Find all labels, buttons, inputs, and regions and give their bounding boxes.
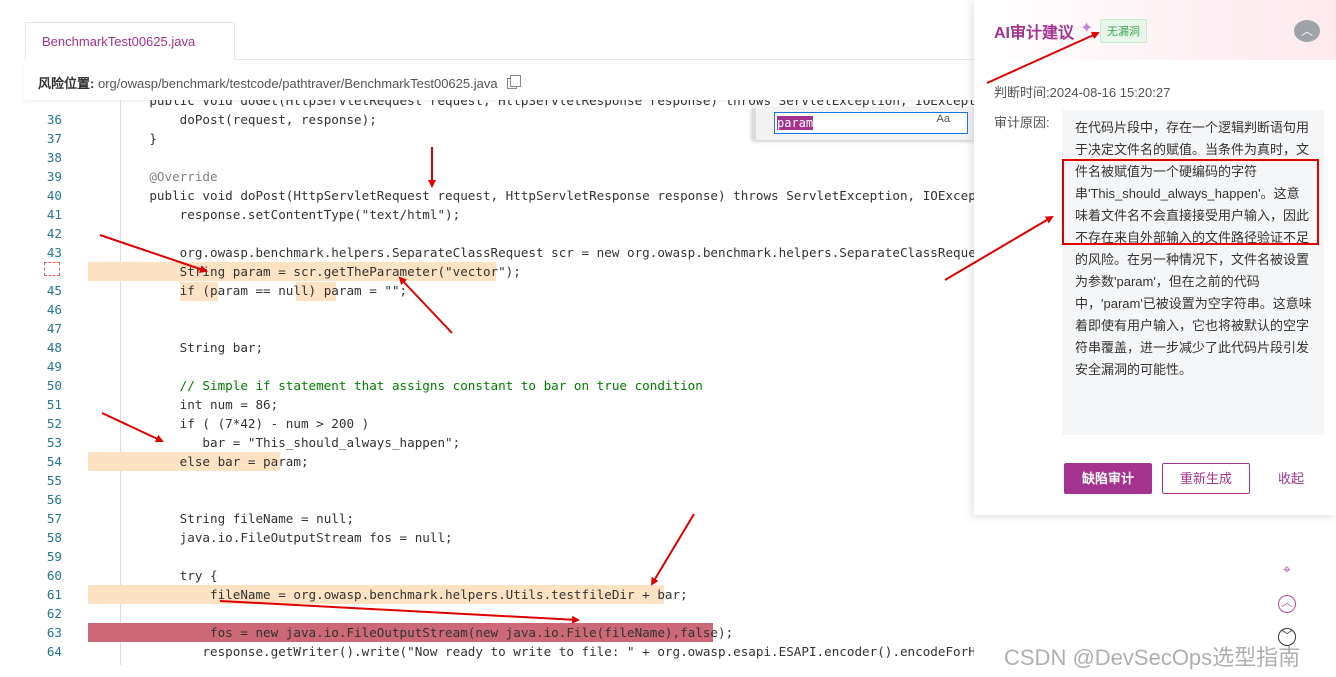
code-line: 54 else bar = param;	[46, 454, 309, 469]
sparkle-icon: ✦	[1080, 20, 1094, 37]
code-line: 56	[46, 492, 62, 507]
code-editor[interactable]: public void doGet(HttpServletRequest req…	[24, 100, 974, 665]
panel-header: AI审计建议 ✦ 无漏洞 ︿	[974, 0, 1336, 60]
code-line: String param = scr.getTheParameter("vect…	[24, 262, 974, 281]
audit-time: 判断时间:2024-08-16 15:20:27	[994, 82, 1170, 101]
code-line: 47	[46, 321, 62, 336]
code-line: 63 fos = new java.io.FileOutputStream(ne…	[46, 625, 734, 640]
code-line: 60 try {	[46, 568, 218, 583]
match-case-toggle[interactable]: Aa	[937, 113, 950, 125]
risk-location-label: 风险位置:	[38, 76, 95, 91]
code-line: 55	[46, 473, 62, 488]
breakpoint-marker-icon[interactable]	[44, 262, 60, 276]
defect-audit-button[interactable]: 缺陷审计	[1064, 463, 1152, 494]
code-line: 41 response.setContentType("text/html");	[46, 207, 461, 222]
code-line: 48 String bar;	[46, 340, 264, 355]
collapse-icon[interactable]: ︿	[1294, 20, 1320, 42]
regenerate-button[interactable]: 重新生成	[1162, 463, 1250, 494]
ai-audit-panel: AI审计建议 ✦ 无漏洞 ︿ 判断时间:2024-08-16 15:20:27 …	[974, 0, 1336, 515]
copy-icon[interactable]	[507, 75, 522, 89]
risk-location-path: org/owasp/benchmark/testcode/pathtraver/…	[97, 76, 498, 91]
find-widget-resize-handle[interactable]	[752, 108, 756, 140]
audit-reason-text: 在代码片段中，存在一个逻辑判断语句用于决定文件名的赋值。当条件为真时，文件名被赋…	[1062, 110, 1324, 435]
code-line: 58 java.io.FileOutputStream fos = null;	[46, 530, 453, 545]
editor-tab-bar: BenchmarkTest00625.java	[24, 20, 974, 60]
code-line: 59	[46, 549, 62, 564]
code-line: 42	[46, 226, 62, 241]
location-pin-icon[interactable]: ⌖	[1278, 560, 1296, 578]
code-line: 38	[46, 150, 62, 165]
chevron-up-icon[interactable]: ︿	[1278, 595, 1296, 613]
status-badge: 无漏洞	[1100, 19, 1147, 43]
tab-benchmark-file[interactable]: BenchmarkTest00625.java	[25, 22, 235, 60]
code-line: 51 int num = 86;	[46, 397, 279, 412]
code-line: 50 // Simple if statement that assigns c…	[46, 378, 703, 393]
code-line: 49	[46, 359, 62, 374]
code-line: 46	[46, 302, 62, 317]
find-widget: param Aa	[752, 108, 974, 140]
audit-time-label: 判断时间:	[994, 85, 1050, 100]
code-line: 61 fileName = org.owasp.benchmark.helper…	[46, 587, 688, 602]
code-line: 45 if (param == null) param = "";	[46, 283, 408, 298]
risk-location-bar: 风险位置: org/owasp/benchmark/testcode/patht…	[24, 64, 1014, 100]
panel-title: AI审计建议	[994, 25, 1075, 42]
audit-time-value: 2024-08-16 15:20:27	[1049, 85, 1171, 100]
watermark: CSDN @DevSecOps选型指南	[1004, 645, 1301, 670]
code-line: 52 if ( (7*42) - num > 200 )	[46, 416, 370, 431]
code-line: 43 org.owasp.benchmark.helpers.SeparateC…	[46, 245, 974, 260]
collapse-button[interactable]: 收起	[1266, 463, 1316, 494]
code-line: 64 response.getWriter().write("Now ready…	[46, 644, 974, 659]
code-line: 40 public void doPost(HttpServletRequest…	[46, 188, 974, 203]
audit-reason-label: 审计原因:	[994, 115, 1050, 130]
code-line: 62	[46, 606, 62, 621]
code-line: 57 String fileName = null;	[46, 511, 355, 526]
code-line: 39 @Override	[46, 169, 218, 184]
code-line: 53 bar = "This_should_always_happen";	[46, 435, 461, 450]
